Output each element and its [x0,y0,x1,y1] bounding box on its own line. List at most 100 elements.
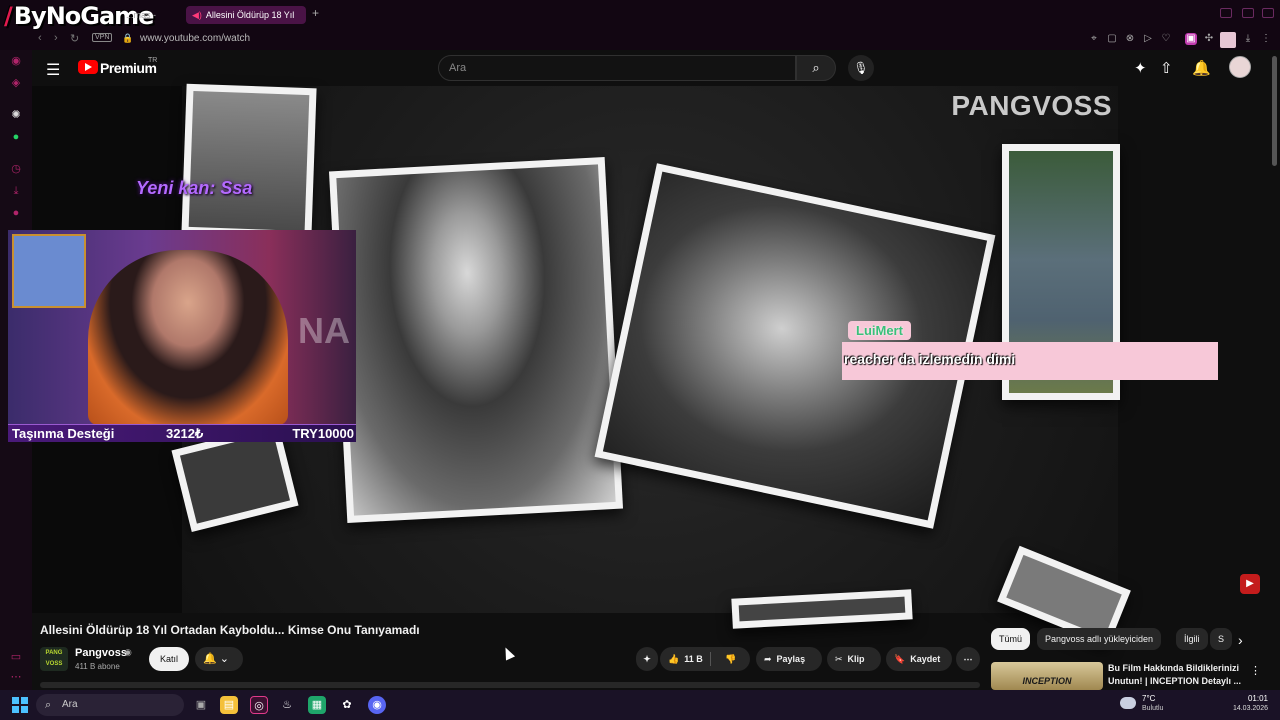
photo-child [181,83,317,239]
dock-icon[interactable]: ◈ [9,76,23,90]
reload-icon[interactable]: ↻ [70,32,79,45]
dock-icon[interactable]: ◉ [9,54,23,68]
like-dislike-divider [710,652,711,666]
join-button[interactable]: Katıl [149,647,189,671]
page-scrollbar[interactable] [1272,56,1277,166]
dislike-button[interactable]: 👎 [712,647,750,671]
youtube-overlay-icon[interactable]: ▶ [1240,574,1260,594]
screen: /ByNoGame ...mas - ◀) Allesini Öldürüp 18… [0,0,1280,720]
notifications-icon[interactable]: 🔔 [1192,59,1211,77]
windows-start-icon[interactable] [12,697,28,713]
menu-icon[interactable]: ⋮ [1260,33,1272,45]
pin-icon[interactable]: ⌖ [1088,33,1100,45]
more-actions-button[interactable]: ⋯ [956,647,980,671]
hamburger-menu-icon[interactable]: ☰ [46,60,60,80]
opera-gx-icon[interactable]: ◎ [250,696,268,714]
settings-icon[interactable]: ● [9,206,23,220]
clock-icon[interactable]: ◷ [9,162,23,176]
browser-tab-bar: /ByNoGame ...mas - ◀) Allesini Öldürüp 18… [0,0,1280,30]
steam-icon[interactable]: ♨ [278,696,296,714]
browser-tab[interactable]: ...mas - [120,6,180,24]
speaker-icon: ◀) [192,10,202,20]
file-explorer-icon[interactable]: ▤ [220,696,238,714]
chevron-right-icon[interactable]: › [1238,632,1243,648]
voice-search-button[interactable]: 🎙 [848,55,874,81]
sparkle-icon: ✦ [643,654,651,664]
forward-icon[interactable]: › [54,32,58,44]
lock-icon[interactable]: 🔒 [122,33,133,44]
play-icon[interactable]: ▷ [1142,33,1154,45]
youtube-logo-icon[interactable] [78,60,98,74]
puzzle-icon[interactable]: ✣ [1203,33,1215,45]
chip-uploader[interactable]: Pangvoss adlı yükleyiciden [1037,628,1162,650]
shield-icon[interactable]: ⊗ [1124,33,1136,45]
channel-name[interactable]: Pangvoss [75,647,127,659]
clock-time[interactable]: 01:01 [1230,694,1268,703]
ask-button[interactable]: ✦ [636,647,658,671]
chip-more[interactable]: S [1210,628,1233,650]
weather-desc: Bulutlu [1142,705,1164,712]
clock-date[interactable]: 14.03.2026 [1222,705,1268,712]
save-button[interactable]: 🔖 Kaydet [886,647,952,671]
subscription-bell-button[interactable]: 🔔 ⌄ [195,647,243,671]
chatgpt-icon[interactable]: ✺ [9,108,23,122]
verified-icon: ◉ [124,647,132,657]
search-button[interactable]: ⌕ [796,55,836,81]
url-field[interactable]: www.youtube.com/watch [140,33,250,44]
more-vertical-icon[interactable]: ⋮ [1250,664,1261,677]
more-icon[interactable]: ⋯ [9,670,23,684]
related-filter-chips: Tümü Pangvoss adlı yükleyiciden İlgili S [991,628,1256,650]
thumbs-up-icon: 👍 [668,654,680,664]
chat-message: reacher da izlemedin dimi [844,351,1016,367]
youtube-header: ☰ Premium TR Ara ⌕ 🎙 ✦ ⇧ 🔔 [32,50,1280,86]
discord-icon[interactable]: ◉ [368,696,386,714]
heart-icon[interactable]: ♡ [1160,33,1172,45]
tab-label: ...mas - [126,10,157,20]
close-button[interactable] [1262,8,1274,18]
app-icon[interactable]: ✿ [338,696,356,714]
download-icon[interactable]: ⤓ [1242,33,1254,45]
minimize-button[interactable] [1220,8,1232,18]
maximize-button[interactable] [1242,8,1254,18]
more-horizontal-icon: ⋯ [963,654,973,664]
vpn-badge[interactable]: VPN [92,33,113,42]
clip-button[interactable]: ✂ Klip [827,647,881,671]
like-count: 11 B [684,654,703,664]
back-icon[interactable]: ‹ [38,32,42,44]
search-icon: ⌕ [45,699,52,711]
description-box[interactable] [40,682,980,688]
upload-icon[interactable]: ⇧ [1160,59,1173,77]
create-icon[interactable]: ✦ [1134,59,1147,77]
whatsapp-icon[interactable]: ● [9,130,23,144]
taskbar-search[interactable]: ⌕ Ara [36,694,184,716]
dock-icon[interactable]: ▭ [9,650,23,664]
chevron-down-icon: ⌄ [219,653,229,665]
scissors-icon: ✂ [835,654,843,664]
photo-man [328,157,624,523]
search-input[interactable]: Ara [438,55,796,81]
channel-avatar[interactable]: PANG VOSS [40,647,68,671]
windows-taskbar: ⌕ Ara ▣ ▤ ◎ ♨ ▦ ✿ ◉ 7°C Bulutlu 01:01 14.… [0,690,1280,720]
new-tab-button[interactable]: + [312,6,319,20]
task-view-icon[interactable]: ▣ [192,696,210,714]
mouse-cursor [500,645,516,661]
tab-label: Allesini Öldürüp 18 Yıl [205,10,295,20]
extension-icon[interactable]: ▣ [1185,33,1197,45]
recommended-title[interactable]: Bu Film Hakkında Bildiklerinizi Unutun! … [1108,662,1243,688]
app-icon[interactable]: ▦ [308,696,326,714]
profile-avatar[interactable] [1220,32,1236,48]
chip-all[interactable]: Tümü [991,628,1031,650]
screenshot-icon[interactable]: ▢ [1106,33,1118,45]
bookmark-icon: 🔖 [894,654,906,664]
browser-tab-active[interactable]: ◀) Allesini Öldürüp 18 Yıl [186,6,306,24]
download-icon[interactable]: ⤓ [9,184,23,198]
share-button[interactable]: ➦ Paylaş [756,647,822,671]
video-title: Allesini Öldürüp 18 Yıl Ortadan Kayboldu… [40,623,420,637]
account-avatar[interactable] [1229,56,1251,78]
recommended-thumbnail[interactable]: INCEPTION [991,662,1103,690]
search-icon: ⌕ [812,60,820,75]
chip-related[interactable]: İlgili [1176,628,1208,650]
share-icon: ➦ [764,654,772,664]
donation-goal-bar: Taşınma Desteği 3212₺ TRY10000 [8,424,356,442]
weather-widget[interactable]: 7°C Bulutlu [1120,693,1210,717]
